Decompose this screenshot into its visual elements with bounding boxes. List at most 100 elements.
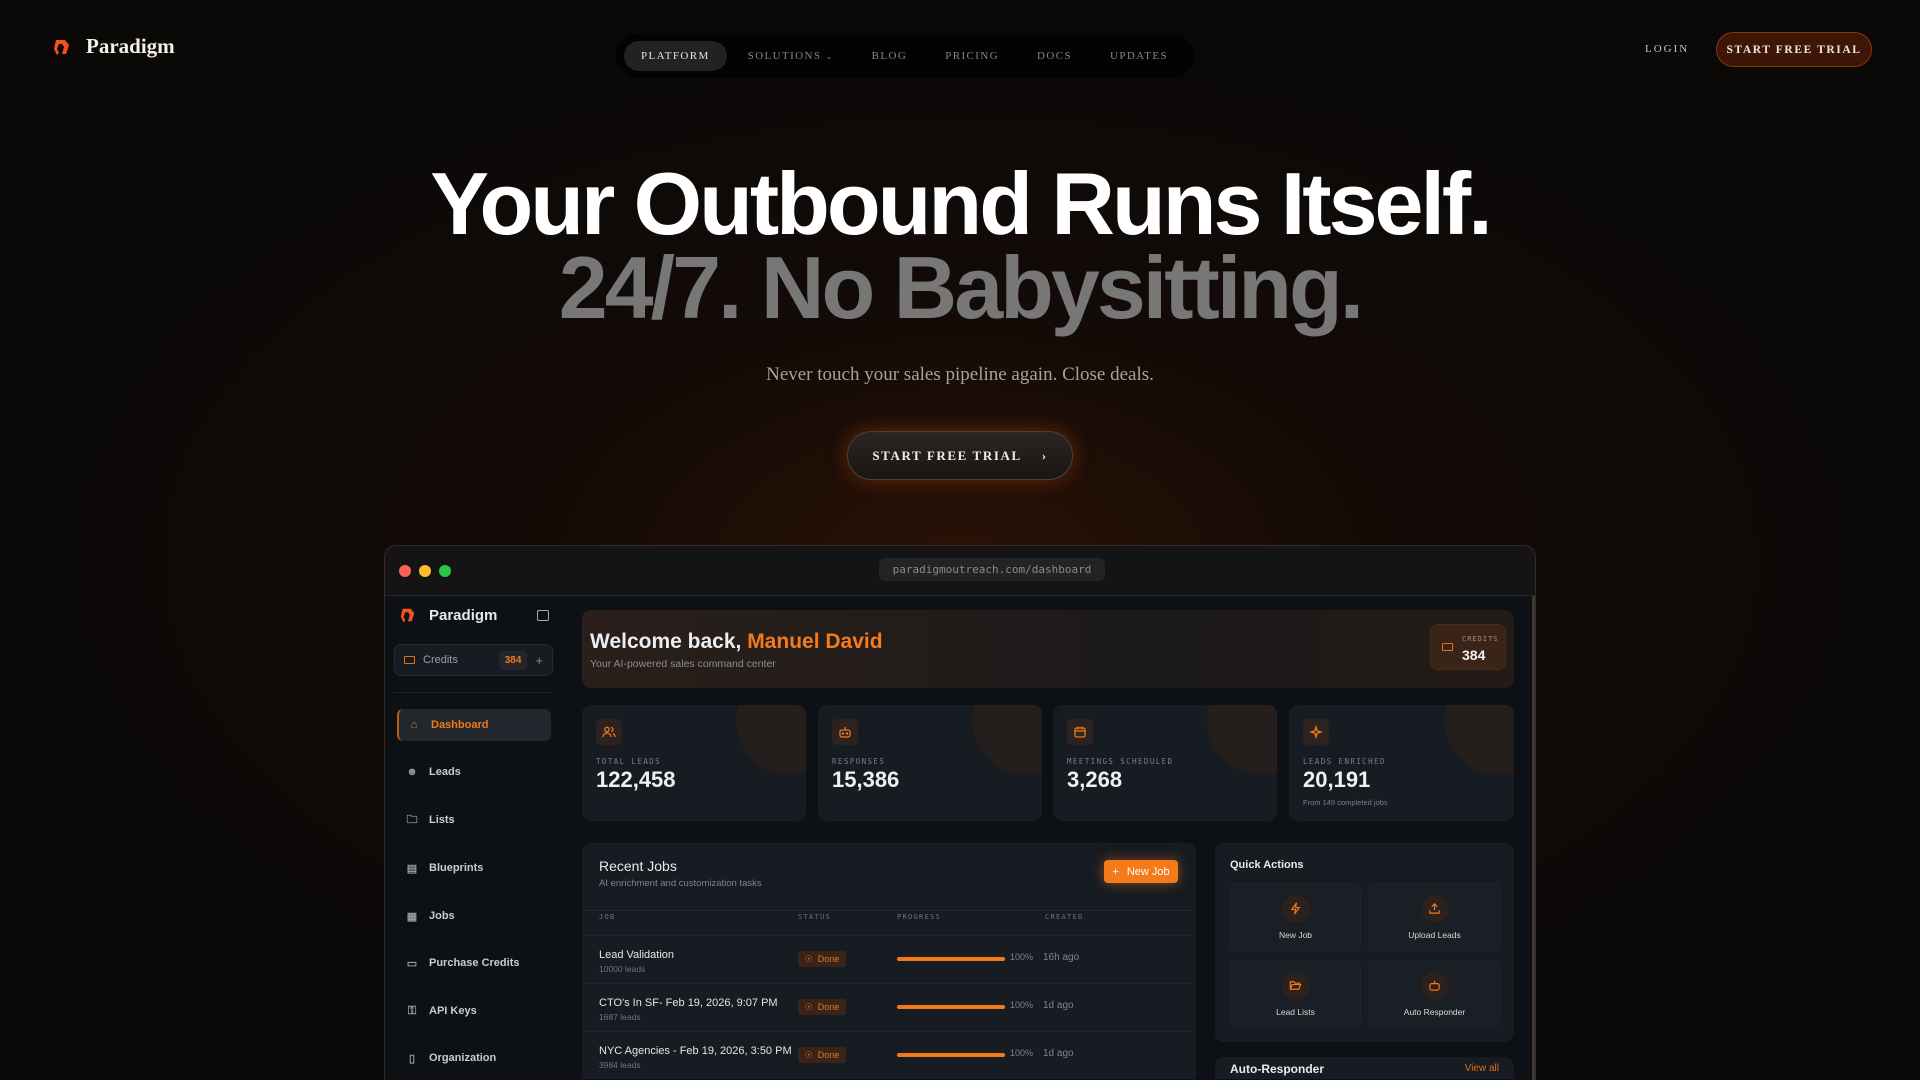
- users-icon: ☻: [406, 766, 418, 778]
- chevron-down-icon: ⌄: [825, 51, 834, 61]
- check-circle-icon: ☉: [804, 1049, 813, 1060]
- sidebar-item-label: Lists: [429, 814, 455, 826]
- bot-icon: [1420, 971, 1449, 1000]
- stat-label: MEETINGS SCHEDULED: [1067, 757, 1174, 766]
- progress-bar: [897, 1053, 1005, 1057]
- sparkles-icon: [1303, 719, 1329, 745]
- url-bar[interactable]: paradigmoutreach.com/dashboard: [879, 558, 1105, 581]
- app-brand-name: Paradigm: [429, 606, 498, 624]
- nav-blog[interactable]: BLOG: [855, 41, 925, 71]
- job-leads: 10000 leads: [599, 964, 646, 974]
- table-row[interactable]: Lead Validation 10000 leads ☉ Done 100% 16h a…: [582, 935, 1196, 983]
- status-badge: ☉ Done: [798, 999, 846, 1015]
- stat-label: RESPONSES: [832, 757, 886, 766]
- job-created: 16h ago: [1043, 952, 1080, 963]
- file-icon: ▤: [406, 862, 418, 875]
- sidebar-item-label: Blueprints: [429, 862, 484, 874]
- recent-jobs-subtitle: AI enrichment and customization tasks: [599, 878, 762, 889]
- credit-card-icon: [1442, 643, 1453, 651]
- nav-pricing[interactable]: PRICING: [928, 41, 1016, 71]
- quick-action-label: New Job: [1278, 929, 1313, 940]
- job-created: 1d ago: [1043, 1000, 1074, 1011]
- sidebar-toggle-icon[interactable]: [537, 610, 549, 621]
- quick-action-label: Auto Responder: [1403, 1006, 1466, 1017]
- quick-action-upload-leads[interactable]: Upload Leads: [1369, 883, 1500, 951]
- sidebar-divider: [393, 692, 553, 693]
- new-job-button[interactable]: + New Job: [1104, 860, 1178, 883]
- status-badge: ☉ Done: [798, 951, 846, 967]
- stat-value: 15,386: [832, 767, 900, 792]
- sidebar-item-label: API Keys: [429, 1005, 477, 1017]
- sidebar-item-purchase-credits[interactable]: ▭ Purchase Credits: [397, 947, 551, 979]
- welcome-subtitle: Your AI-powered sales command center: [590, 658, 776, 670]
- sidebar-item-label: Jobs: [429, 910, 455, 922]
- check-circle-icon: ☉: [804, 1001, 813, 1012]
- progress-fill: [897, 1005, 1005, 1009]
- column-header-status: STATUS: [798, 913, 832, 921]
- browser-titlebar: paradigmoutreach.com/dashboard: [385, 546, 1535, 596]
- recent-jobs-title: Recent Jobs: [599, 858, 677, 874]
- sidebar-item-label: Leads: [429, 766, 461, 778]
- stat-label: TOTAL LEADS: [596, 757, 662, 766]
- progress-fill: [897, 1053, 1005, 1057]
- credits-widget-value: 384: [1462, 647, 1486, 663]
- table-row[interactable]: NYC Agencies - Feb 19, 2026, 3:50 PM 3984…: [582, 1031, 1196, 1079]
- upload-icon: [1420, 894, 1449, 923]
- credit-card-icon: ▭: [406, 957, 418, 970]
- recent-jobs-panel: Recent Jobs AI enrichment and customizat…: [582, 843, 1196, 1079]
- job-name: NYC Agencies - Feb 19, 2026, 3:50 PM: [599, 1045, 792, 1057]
- app-brand[interactable]: Paradigm: [399, 606, 497, 624]
- quick-actions-title: Quick Actions: [1230, 859, 1304, 871]
- table-row[interactable]: CTO's In SF- Feb 19, 2026, 9:07 PM 1687 l…: [582, 983, 1196, 1031]
- cta-label: START FREE TRIAL: [872, 447, 1022, 463]
- folder-open-icon: [1281, 971, 1310, 1000]
- credit-card-icon: [404, 656, 415, 664]
- browser-window: paradigmoutreach.com/dashboard Paradigm …: [384, 545, 1536, 1080]
- view-all-link[interactable]: View all: [1465, 1063, 1499, 1075]
- sidebar-item-leads[interactable]: ☻ Leads: [397, 756, 551, 788]
- job-name: CTO's In SF- Feb 19, 2026, 9:07 PM: [599, 997, 778, 1009]
- nav-docs[interactable]: DOCS: [1020, 41, 1089, 71]
- users-icon: [596, 719, 622, 745]
- calendar-icon: [1067, 719, 1093, 745]
- hero-headline: Your Outbound Runs Itself.: [430, 154, 1492, 253]
- stat-value: 122,458: [596, 767, 676, 792]
- home-icon: ⌂: [410, 719, 418, 731]
- new-job-label: New Job: [1126, 865, 1170, 878]
- organization-icon: ▯: [408, 1052, 416, 1065]
- stat-note: From 149 completed jobs: [1303, 798, 1388, 807]
- stat-card-responses: RESPONSES 15,386: [818, 705, 1042, 821]
- progress-bar: [897, 957, 1005, 961]
- sidebar-credits[interactable]: Credits 384 +: [394, 644, 553, 676]
- nav-solutions[interactable]: SOLUTIONS ⌄: [731, 41, 851, 71]
- sidebar-item-api-keys[interactable]: ⚿ API Keys: [397, 995, 551, 1027]
- sidebar-item-lists[interactable]: 🗀 Lists: [397, 804, 551, 836]
- sidebar-item-label: Dashboard: [431, 719, 489, 731]
- sidebar-item-label: Organization: [429, 1052, 497, 1064]
- scrollbar[interactable]: [1532, 596, 1535, 1080]
- chevron-right-icon: ›: [1041, 447, 1048, 463]
- hero-headline-secondary: 24/7. No Babysitting.: [558, 238, 1365, 337]
- add-credits-icon[interactable]: +: [535, 653, 543, 668]
- start-trial-button-hero[interactable]: START FREE TRIAL ›: [847, 431, 1073, 480]
- bot-icon: [832, 719, 858, 745]
- sidebar-item-dashboard[interactable]: ⌂ Dashboard: [397, 709, 551, 741]
- check-circle-icon: ☉: [804, 953, 813, 964]
- nav-platform[interactable]: PLATFORM: [624, 40, 727, 71]
- nav-updates[interactable]: UPDATES: [1093, 41, 1185, 71]
- job-leads: 1687 leads: [599, 1012, 641, 1022]
- status-label: Done: [817, 954, 840, 964]
- quick-action-new-job[interactable]: New Job: [1230, 883, 1361, 951]
- sidebar-item-jobs[interactable]: ▦ Jobs: [397, 900, 551, 932]
- brand-logo[interactable]: Paradigm: [52, 34, 175, 59]
- progress-percent: 100%: [1010, 1000, 1034, 1010]
- job-leads: 3984 leads: [599, 1060, 641, 1070]
- sidebar-item-blueprints[interactable]: ▤ Blueprints: [397, 852, 551, 884]
- column-header-job: JOB: [599, 913, 616, 921]
- start-trial-button-header[interactable]: START FREE TRIAL: [1716, 32, 1872, 67]
- quick-action-lead-lists[interactable]: Lead Lists: [1230, 960, 1361, 1028]
- login-link[interactable]: LOGIN: [1645, 43, 1689, 55]
- credits-widget[interactable]: CREDITS 384: [1430, 624, 1506, 670]
- sidebar-item-organization[interactable]: ▯ Organization: [397, 1042, 551, 1074]
- quick-action-auto-responder[interactable]: Auto Responder: [1369, 960, 1500, 1028]
